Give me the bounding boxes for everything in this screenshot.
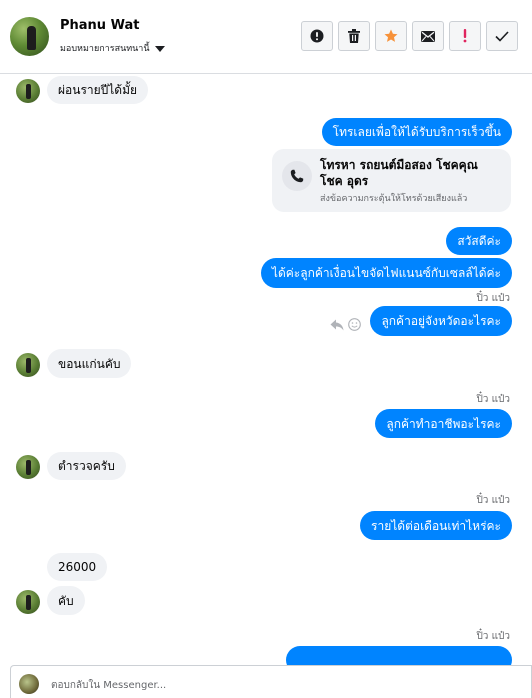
card-subtitle: ส่งข้อความกระตุ้นให้โทรด้วยเสียงแล้ว bbox=[320, 194, 468, 204]
reply-composer bbox=[10, 665, 532, 698]
phone-icon bbox=[282, 161, 312, 191]
follow-up-button[interactable] bbox=[449, 21, 481, 51]
delete-button[interactable] bbox=[338, 21, 370, 51]
conversation-actions bbox=[301, 21, 518, 51]
mark-spam-button[interactable] bbox=[301, 21, 333, 51]
reply-icon[interactable] bbox=[330, 319, 344, 331]
contact-name[interactable]: Phanu Wat bbox=[60, 18, 139, 33]
sender-name: ปิ๋ว แป๋ว bbox=[476, 293, 510, 304]
star-button[interactable] bbox=[375, 21, 407, 51]
outgoing-message[interactable]: โทรเลยเพื่อให้ได้รับบริการเร็วขึ้น bbox=[321, 118, 512, 146]
avatar bbox=[16, 79, 40, 103]
incoming-message[interactable]: ผ่อนรายปีได้มั้ย bbox=[47, 76, 149, 104]
avatar bbox=[16, 455, 40, 479]
react-smiley-icon[interactable] bbox=[348, 318, 361, 331]
sender-name: ปิ๋ว แป๋ว bbox=[476, 495, 510, 506]
card-title: โทรหา รถยนต์มือสอง โชคคุณ โชค อุดร bbox=[320, 158, 478, 188]
star-icon bbox=[384, 29, 398, 42]
exclamation-icon bbox=[463, 29, 467, 43]
message-hover-actions bbox=[330, 318, 361, 331]
outgoing-message[interactable]: ได้ค่ะลูกค้าเงื่อนไขจัดไฟแนนซ์กับเซลล์ได… bbox=[260, 258, 512, 288]
check-icon bbox=[495, 30, 509, 42]
incoming-message[interactable]: ขอนแก่นคับ bbox=[47, 349, 132, 378]
conversation-header: Phanu Wat มอบหมายการสนทนานี้ bbox=[0, 0, 532, 74]
trash-icon bbox=[348, 29, 360, 43]
caret-down-icon bbox=[154, 45, 165, 52]
assign-label: มอบหมายการสนทนานี้ bbox=[60, 44, 150, 54]
outgoing-message[interactable]: ลูกค้าทำอาชีพอะไรคะ bbox=[375, 409, 512, 438]
incoming-message[interactable]: คับ bbox=[47, 586, 85, 615]
avatar bbox=[16, 590, 40, 614]
mark-unread-button[interactable] bbox=[412, 21, 444, 51]
contact-avatar[interactable] bbox=[10, 17, 49, 56]
outgoing-message[interactable]: รายได้ต่อเดือนเท่าไหร่คะ bbox=[360, 511, 512, 540]
assign-conversation-dropdown[interactable]: มอบหมายการสนทนานี้ bbox=[60, 41, 165, 55]
reply-input[interactable] bbox=[49, 674, 513, 696]
page-avatar bbox=[19, 674, 39, 694]
mark-done-button[interactable] bbox=[486, 21, 518, 51]
incoming-message[interactable]: ตำรวจครับ bbox=[47, 452, 126, 480]
avatar bbox=[16, 353, 40, 377]
sender-name: ปิ๋ว แป๋ว bbox=[476, 394, 510, 405]
outgoing-message[interactable]: ลูกค้าอยู่จังหวัดอะไรคะ bbox=[370, 306, 512, 336]
alert-circle-icon bbox=[310, 29, 324, 43]
envelope-icon bbox=[421, 30, 435, 42]
call-request-card[interactable]: โทรหา รถยนต์มือสอง โชคคุณ โชค อุดร ส่งข้… bbox=[272, 149, 511, 212]
outgoing-message[interactable]: สวัสดีค่ะ bbox=[446, 227, 512, 255]
incoming-message[interactable]: 26000 bbox=[47, 553, 108, 581]
sender-name: ปิ๋ว แป๋ว bbox=[476, 631, 510, 642]
